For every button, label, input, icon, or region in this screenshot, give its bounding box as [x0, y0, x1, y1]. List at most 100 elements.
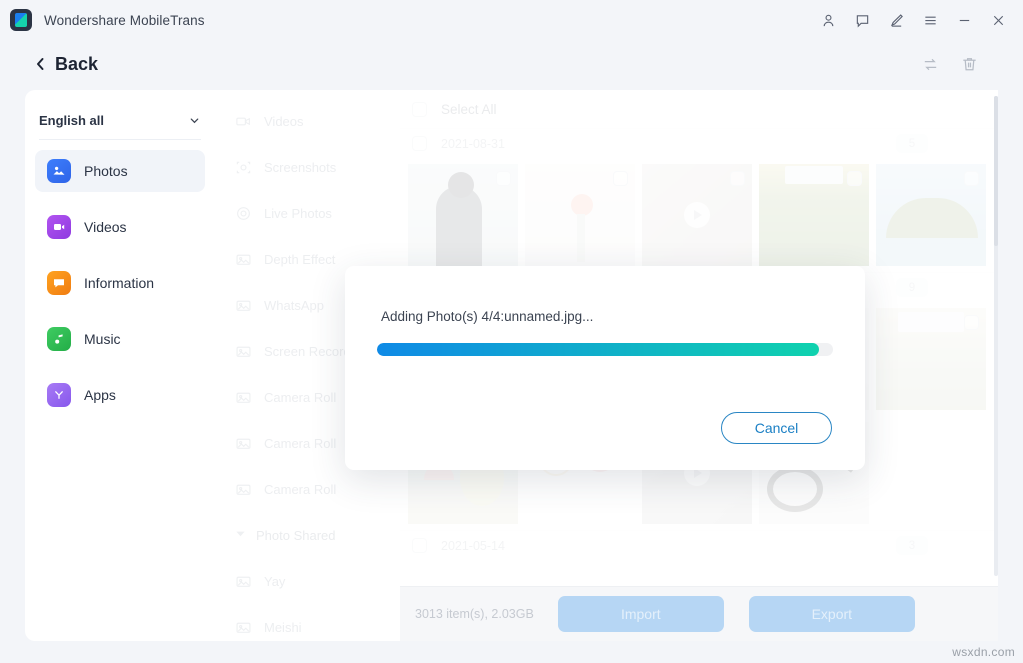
minimize-icon[interactable] [947, 3, 981, 37]
photo-checkbox[interactable] [964, 315, 979, 330]
close-icon[interactable] [981, 3, 1015, 37]
back-bar: Back [0, 40, 1023, 88]
picture-icon [235, 389, 252, 406]
photo-checkbox[interactable] [613, 171, 628, 186]
select-all-checkbox[interactable] [412, 101, 427, 117]
category-label: Camera Roll [264, 481, 337, 497]
video-thumbnail[interactable] [642, 164, 752, 266]
title-bar: Wondershare MobileTrans [0, 0, 1023, 40]
back-label: Back [55, 53, 99, 74]
top-toolbar [921, 55, 1023, 74]
sidebar-item-label: Music [84, 331, 121, 347]
category-label: Screenshots [264, 159, 337, 175]
import-button[interactable]: Import [557, 596, 724, 632]
app-title: Wondershare MobileTrans [44, 12, 205, 28]
date-group-header[interactable]: 2021-05-14 3 [400, 530, 998, 560]
progress-bar [377, 343, 833, 356]
refresh-icon[interactable] [921, 55, 940, 74]
sidebar-nav: Photos Videos Information Music Apps [25, 150, 215, 416]
date-label: 2021-05-14 [441, 538, 505, 553]
photo-row [400, 158, 998, 272]
date-group-checkbox[interactable] [412, 136, 427, 151]
sidebar-item-music[interactable]: Music [35, 318, 205, 360]
feedback-icon[interactable] [845, 3, 879, 37]
export-button[interactable]: Export [748, 596, 915, 632]
cancel-button[interactable]: Cancel [721, 412, 832, 444]
caret-down-icon [235, 526, 246, 544]
date-count-badge: 3 [896, 536, 928, 555]
photo-checkbox[interactable] [496, 171, 511, 186]
video-camera-icon [235, 113, 252, 130]
apps-icon [47, 383, 71, 407]
content-scrollbar[interactable] [994, 96, 998, 576]
category-label: WhatsApp [264, 297, 324, 313]
photo-thumbnail[interactable] [876, 308, 986, 410]
picture-icon [235, 297, 252, 314]
delete-icon[interactable] [960, 55, 979, 74]
sidebar-item-apps[interactable]: Apps [35, 374, 205, 416]
screenshot-icon [235, 159, 252, 176]
progress-dialog: Adding Photo(s) 4/4:unnamed.jpg... Cance… [345, 266, 865, 470]
category-item-meishi[interactable]: Meishi [215, 604, 400, 641]
sidebar-item-label: Photos [84, 163, 128, 179]
sidebar-item-information[interactable]: Information [35, 262, 205, 304]
window-controls [811, 3, 1023, 37]
chevron-left-icon [37, 58, 44, 70]
picture-icon [235, 251, 252, 268]
chevron-down-icon [190, 118, 199, 124]
category-label: Videos [264, 113, 304, 129]
category-item-live-photos[interactable]: Live Photos [215, 190, 400, 236]
progress-bar-fill [377, 343, 820, 356]
account-icon[interactable] [811, 3, 845, 37]
watermark: wsxdn.com [952, 645, 1015, 659]
music-icon [47, 327, 71, 351]
sidebar-item-videos[interactable]: Videos [35, 206, 205, 248]
back-button[interactable]: Back [34, 54, 98, 75]
select-all-row[interactable]: Select All [400, 90, 998, 128]
category-label: Live Photos [264, 205, 332, 221]
photo-thumbnail[interactable] [525, 164, 635, 266]
category-label: Meishi [264, 619, 302, 635]
date-count-badge: 5 [896, 134, 928, 153]
picture-icon [235, 481, 252, 498]
photo-checkbox[interactable] [964, 171, 979, 186]
sidebar-item-photos[interactable]: Photos [35, 150, 205, 192]
select-all-label: Select All [441, 101, 497, 117]
sidebar-item-label: Information [84, 275, 155, 291]
picture-icon [235, 435, 252, 452]
category-label: Yay [264, 573, 286, 589]
photo-checkbox[interactable] [847, 171, 862, 186]
app-window: Wondershare MobileTrans Back English all… [0, 0, 1023, 663]
progress-message: Adding Photo(s) 4/4:unnamed.jpg... [381, 309, 594, 324]
category-label: Camera Roll [264, 389, 337, 405]
category-group-photo-shared[interactable]: Photo Shared [215, 512, 400, 558]
information-icon [47, 271, 71, 295]
edit-icon[interactable] [879, 3, 913, 37]
date-label: 2021-08-31 [441, 136, 505, 151]
date-group-header[interactable]: 2021-08-31 5 [400, 128, 998, 158]
menu-icon[interactable] [913, 3, 947, 37]
item-count-label: 3013 item(s), 2.03GB [415, 607, 534, 621]
mobiletrans-logo-icon [10, 9, 32, 31]
sidebar-item-label: Videos [84, 219, 127, 235]
photo-thumbnail[interactable] [876, 164, 986, 266]
sidebar: English all Photos Videos Information Mu… [25, 90, 215, 641]
sidebar-item-label: Apps [84, 387, 116, 403]
picture-icon [235, 573, 252, 590]
category-item-camera-roll-3[interactable]: Camera Roll [215, 466, 400, 512]
photo-checkbox[interactable] [730, 171, 745, 186]
photo-thumbnail[interactable] [759, 164, 869, 266]
date-group-checkbox[interactable] [412, 538, 427, 553]
language-select[interactable]: English all [39, 102, 201, 140]
photos-icon [47, 159, 71, 183]
date-count-badge: 9 [896, 278, 928, 297]
scrollbar-thumb[interactable] [994, 96, 998, 246]
picture-icon [235, 343, 252, 360]
category-item-videos[interactable]: Videos [215, 98, 400, 144]
bottom-bar: 3013 item(s), 2.03GB Import Export [400, 586, 998, 641]
videos-icon [47, 215, 71, 239]
category-item-yay[interactable]: Yay [215, 558, 400, 604]
category-item-screenshots[interactable]: Screenshots [215, 144, 400, 190]
photo-thumbnail[interactable] [408, 164, 518, 266]
picture-icon [235, 619, 252, 636]
